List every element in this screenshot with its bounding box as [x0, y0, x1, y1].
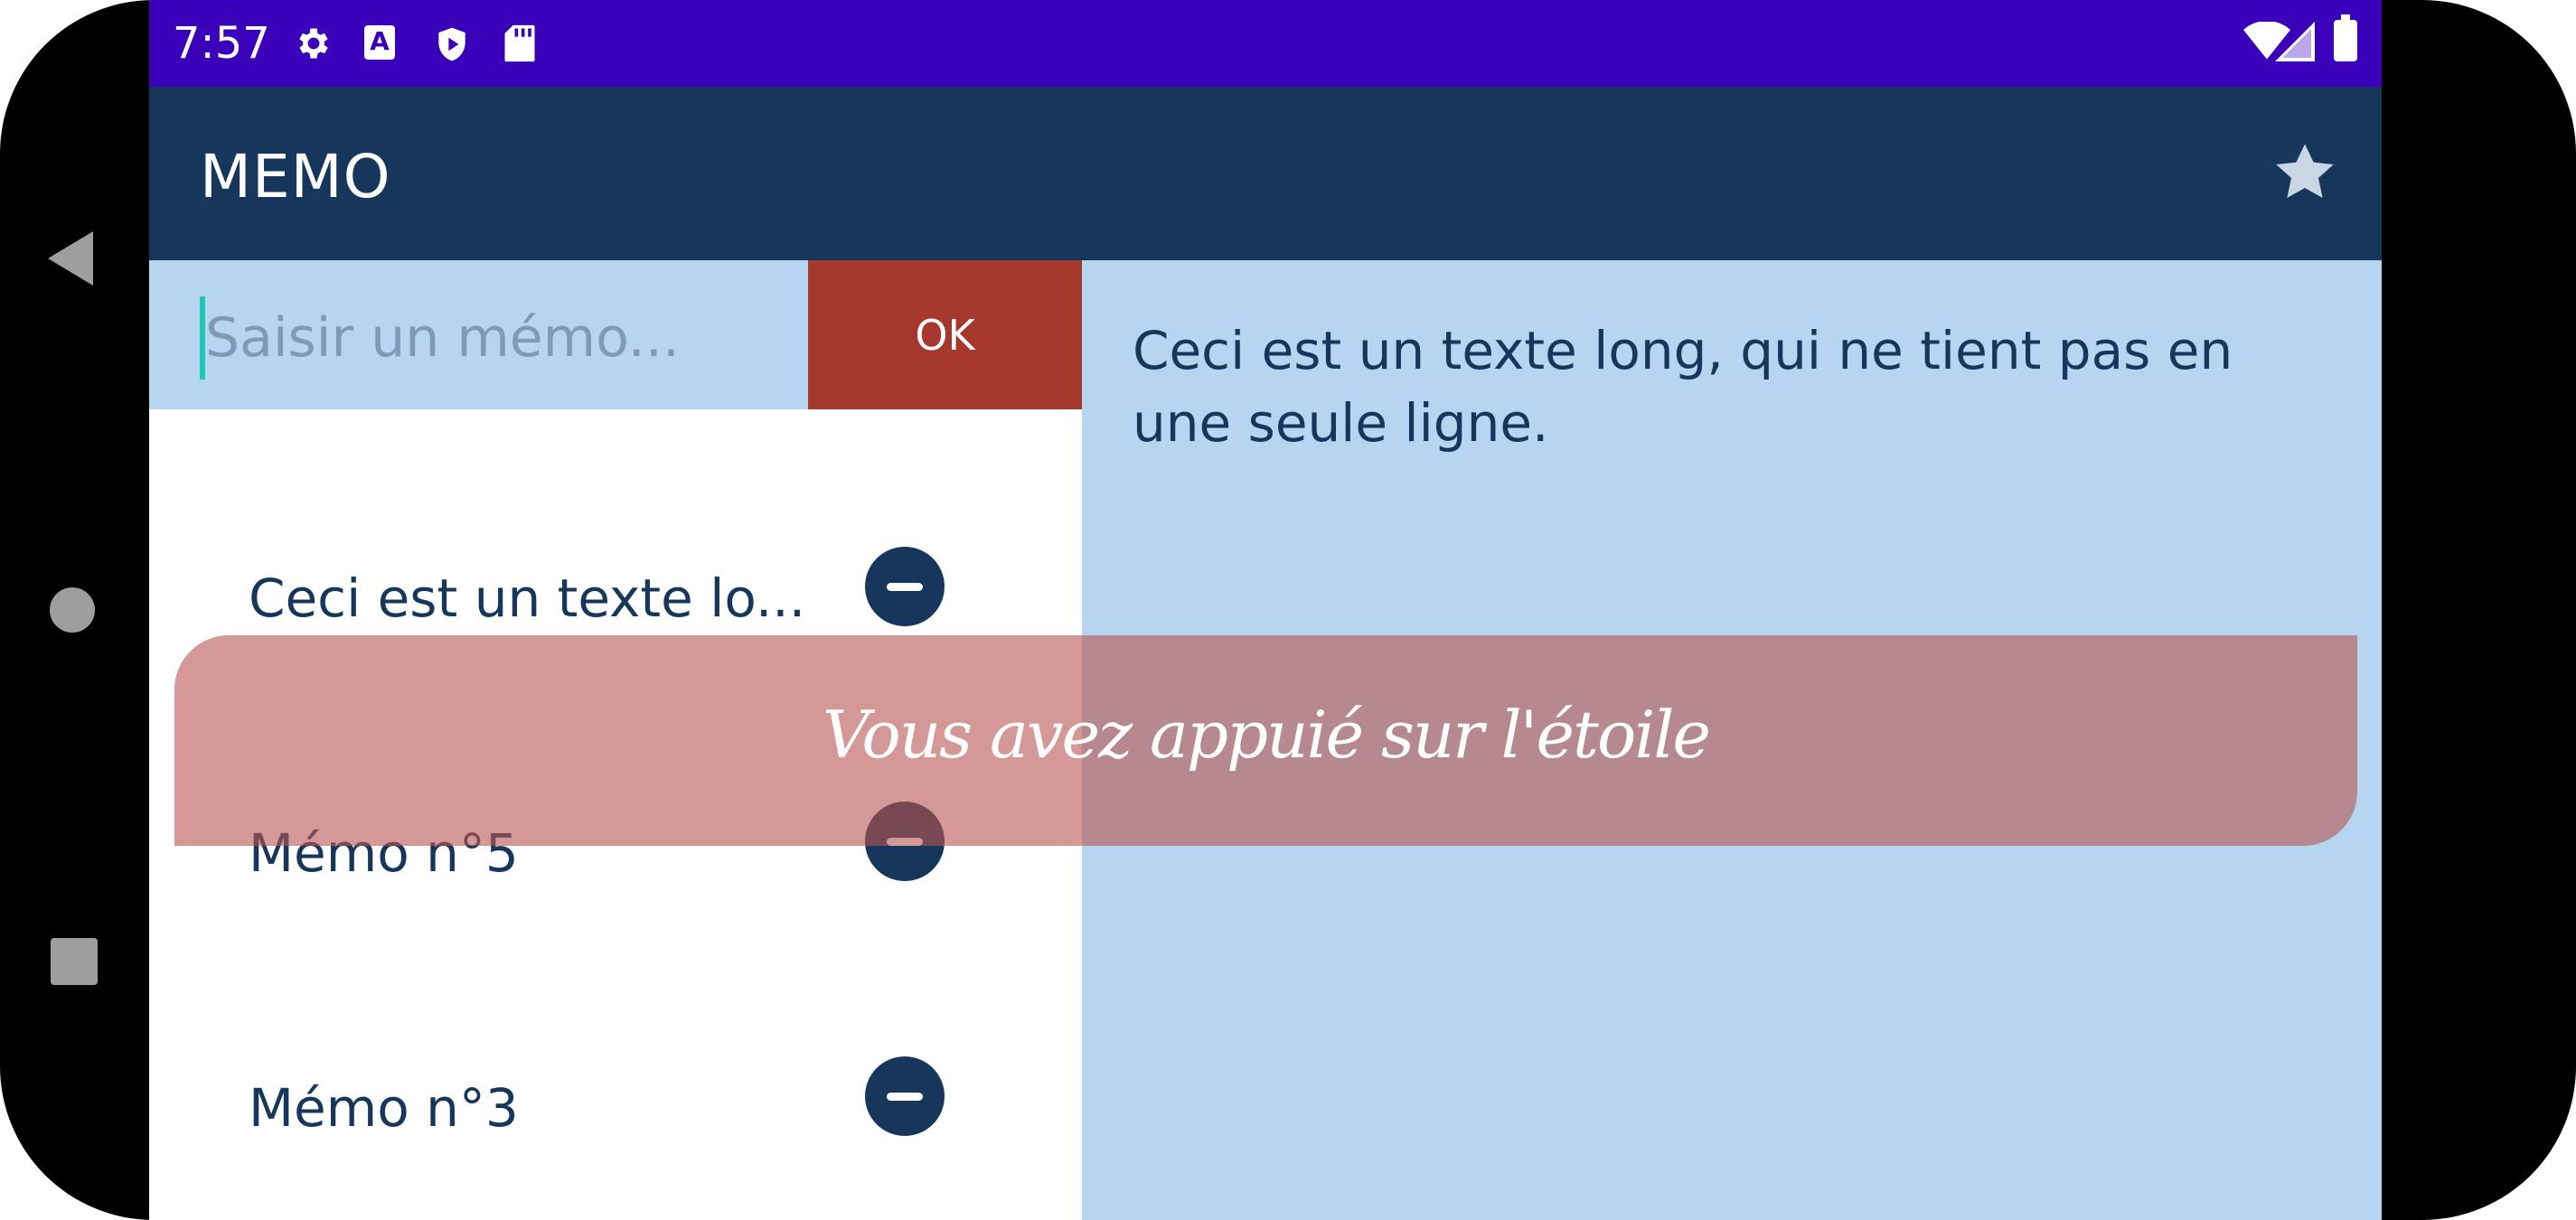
status-time: 7:57	[173, 18, 270, 69]
status-bar: 7:57 A	[149, 0, 2382, 87]
app-bar: MEMO	[149, 87, 2382, 260]
recents-nav-icon[interactable]	[51, 938, 98, 985]
remove-memo-icon[interactable]	[865, 547, 945, 626]
memo-input-row: OK	[149, 260, 1082, 409]
home-nav-icon[interactable]	[50, 587, 95, 633]
memo-text: Mémo n°3	[249, 1077, 519, 1139]
back-nav-icon[interactable]	[48, 231, 93, 286]
remove-memo-icon[interactable]	[865, 1056, 945, 1136]
keyboard-a-icon: A	[364, 25, 395, 60]
ok-button[interactable]: OK	[808, 260, 1082, 409]
cell-signal-icon	[2275, 22, 2315, 61]
shield-play-icon	[438, 27, 465, 61]
sd-card-icon	[504, 24, 535, 62]
memo-input[interactable]	[200, 296, 804, 380]
device-bezel: 7:57 A MEMO Saisir un mémo... OK Ceci es…	[0, 0, 2576, 1220]
list-item[interactable]: Mémo n°3	[149, 1008, 1082, 1188]
toast-text: Vous avez appuié sur l'étoile	[823, 697, 1711, 773]
memo-text: Ceci est un texte lo...	[249, 568, 806, 629]
settings-icon	[299, 28, 328, 59]
star-icon[interactable]	[2269, 136, 2341, 209]
battery-icon	[2334, 14, 2357, 61]
memo-detail-text: Ceci est un texte long, qui ne tient pas…	[1133, 320, 2233, 454]
app-screen: 7:57 A MEMO Saisir un mémo... OK Ceci es…	[149, 0, 2382, 1220]
app-title: MEMO	[200, 142, 391, 211]
toast-message: Vous avez appuié sur l'étoile	[174, 635, 2357, 846]
